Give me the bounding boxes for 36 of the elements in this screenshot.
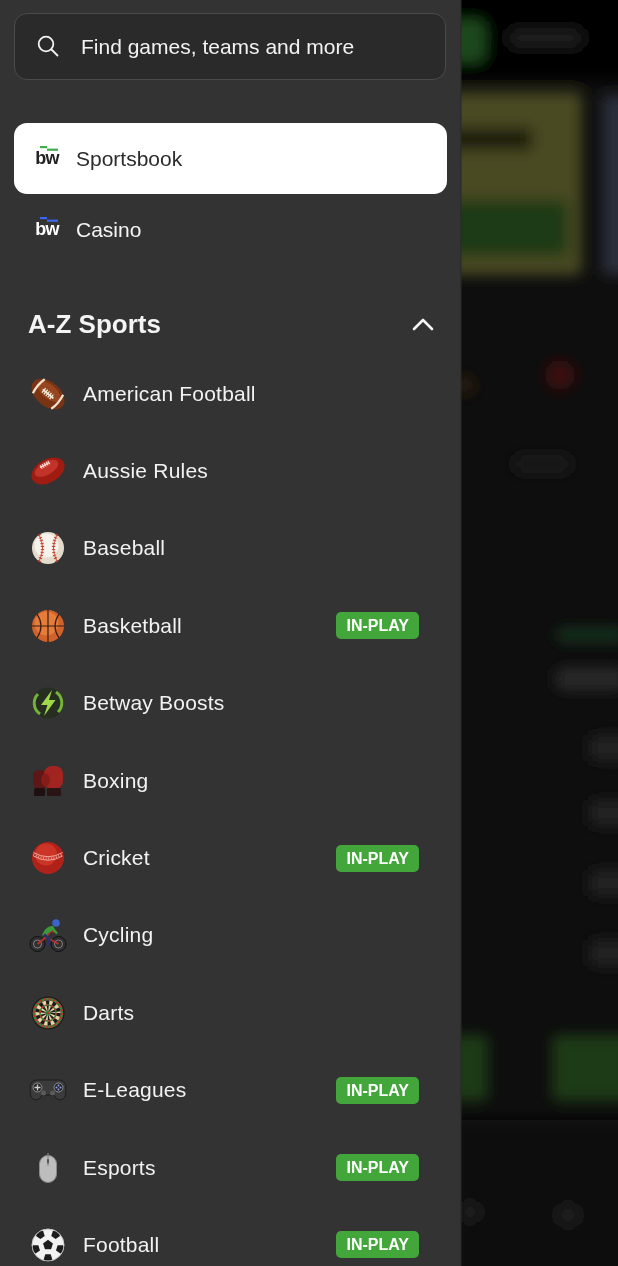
sport-menu-item[interactable]: Boxing <box>83 768 149 793</box>
sport-menu-item[interactable]: Football <box>83 1233 160 1257</box>
dartboard-icon <box>31 995 65 1030</box>
sport-menu-item[interactable]: American Football <box>83 381 256 406</box>
lightning-bolt-icon <box>31 686 65 721</box>
chevron-up-icon[interactable] <box>412 317 434 331</box>
in-play-badge: IN-PLAY <box>336 844 419 872</box>
computer-mouse-icon <box>38 1152 58 1183</box>
cyclist-icon <box>29 918 67 953</box>
search-icon <box>37 35 59 57</box>
in-play-badge: IN-PLAY <box>336 612 419 640</box>
sport-menu-item[interactable]: Aussie Rules <box>83 459 208 484</box>
brand-logo: bw <box>35 150 59 166</box>
nav-item[interactable]: bw Casino <box>14 194 447 265</box>
american-football-icon <box>31 376 65 411</box>
search-field[interactable]: Find games, teams and more <box>14 13 446 80</box>
sport-menu-item[interactable]: E-Leagues <box>83 1078 187 1103</box>
baseball-icon <box>31 531 65 566</box>
boxing-glove-icon <box>31 763 65 798</box>
in-play-badge: IN-PLAY <box>336 1154 419 1182</box>
sport-menu-item[interactable]: Darts <box>83 1000 135 1025</box>
cricket-ball-icon <box>31 841 65 876</box>
in-play-badge: IN-PLAY <box>336 1076 419 1104</box>
brand-logo: bw <box>35 221 59 237</box>
soccer-ball-icon <box>31 1228 65 1262</box>
section-heading: A-Z Sports <box>28 308 161 340</box>
sport-menu-item[interactable]: Esports <box>83 1155 156 1180</box>
sport-menu-item[interactable]: Cycling <box>83 923 154 948</box>
in-play-badge: IN-PLAY <box>336 1231 419 1259</box>
sport-menu-item[interactable]: Basketball <box>83 613 182 638</box>
sport-menu-item[interactable]: Betway Boosts <box>83 691 225 716</box>
gamepad-icon <box>29 1079 67 1102</box>
nav-item[interactable]: bw Sportsbook <box>14 123 447 194</box>
basketball-icon <box>31 608 65 643</box>
sport-menu-item[interactable]: Cricket <box>83 846 150 871</box>
sport-menu-item[interactable]: Baseball <box>83 536 166 561</box>
